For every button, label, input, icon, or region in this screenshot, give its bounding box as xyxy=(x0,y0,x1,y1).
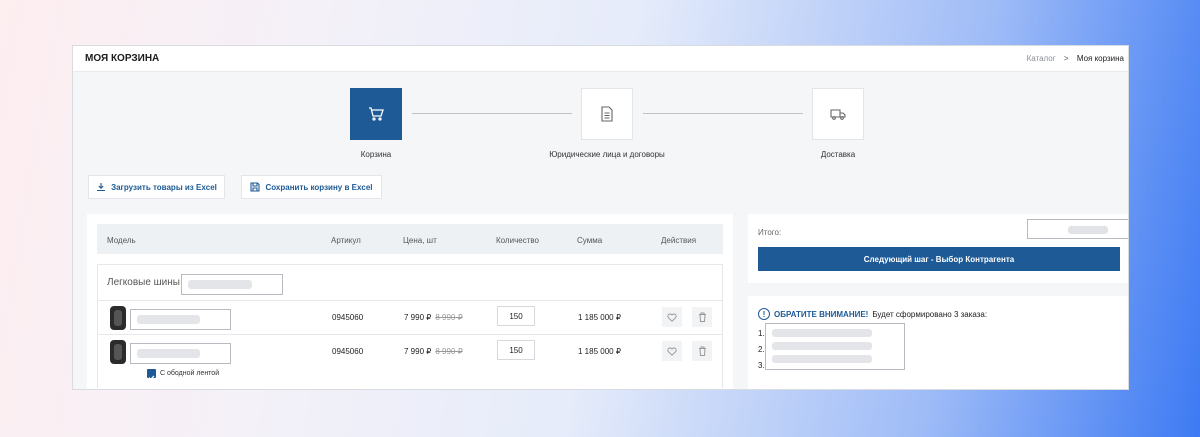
column-model: Модель xyxy=(107,236,136,245)
article-cell: 0945060 xyxy=(332,313,364,322)
next-step-button[interactable]: Следующий шаг - Выбор Контрагента xyxy=(758,247,1120,271)
save-icon xyxy=(250,182,261,192)
breadcrumb: Каталог > Моя корзина xyxy=(1027,54,1124,63)
redacted-orders-box xyxy=(765,323,905,370)
breadcrumb-separator: > xyxy=(1063,54,1069,63)
rim-tape-checkbox[interactable] xyxy=(147,369,156,381)
truck-icon xyxy=(830,109,846,120)
save-excel-label: Сохранить корзину в Excel xyxy=(265,182,373,192)
upload-excel-button[interactable]: Загрузить товары из Excel xyxy=(88,175,225,199)
download-icon xyxy=(97,183,106,192)
product-group: Легковые шины 0945060 7 990 ₽8 990 ₽ 150… xyxy=(97,264,723,388)
redacted-total-value xyxy=(1027,219,1128,239)
total-label: Итого: xyxy=(758,228,782,237)
quantity-input[interactable]: 150 xyxy=(497,340,535,360)
summary-card: Итого: Следующий шаг - Выбор Контрагента xyxy=(748,214,1128,283)
article-cell: 0945060 xyxy=(332,347,364,356)
info-icon: ! xyxy=(758,308,770,320)
top-bar: МОЯ КОРЗИНА Каталог > Моя корзина xyxy=(73,46,1128,72)
column-article: Артикул xyxy=(331,236,361,245)
column-quantity: Количество xyxy=(496,236,539,245)
step-label-delivery: Доставка xyxy=(820,150,856,159)
table-header: Модель Артикул Цена, шт Количество Сумма… xyxy=(97,224,723,254)
cart-icon xyxy=(369,107,384,121)
trash-icon xyxy=(698,312,706,322)
redacted-model-name[interactable] xyxy=(130,343,231,364)
step-delivery[interactable] xyxy=(812,88,864,140)
column-actions: Действия xyxy=(661,236,697,245)
column-price: Цена, шт xyxy=(403,236,437,245)
heart-icon xyxy=(667,346,677,356)
price-cell: 7 990 ₽8 990 ₽ xyxy=(404,313,463,322)
quantity-input[interactable]: 150 xyxy=(497,306,535,326)
step-legal-entities[interactable] xyxy=(581,88,633,140)
page-title: МОЯ КОРЗИНА xyxy=(85,53,160,64)
cart-table-card: Модель Артикул Цена, шт Количество Сумма… xyxy=(87,214,733,389)
favorite-button[interactable] xyxy=(662,307,682,327)
order-number-2: 2. xyxy=(758,345,765,354)
step-connector xyxy=(643,113,803,114)
cart-window: МОЯ КОРЗИНА Каталог > Моя корзина Корзин… xyxy=(72,45,1129,390)
delete-button[interactable] xyxy=(692,341,712,361)
column-sum: Сумма xyxy=(577,236,603,245)
upload-excel-label: Загрузить товары из Excel xyxy=(111,182,217,192)
checkmark-icon xyxy=(148,375,155,381)
sum-cell: 1 185 000 ₽ xyxy=(578,313,621,322)
tire-image xyxy=(110,340,144,364)
step-connector xyxy=(412,113,572,114)
redacted-model-name[interactable] xyxy=(130,309,231,330)
orders-list: 1. 2. 3. xyxy=(758,326,765,374)
save-excel-button[interactable]: Сохранить корзину в Excel xyxy=(241,175,382,199)
price-old: 8 990 ₽ xyxy=(435,313,463,322)
price-current: 7 990 ₽ xyxy=(404,313,432,322)
sum-cell: 1 185 000 ₽ xyxy=(578,347,621,356)
breadcrumb-catalog-link[interactable]: Каталог xyxy=(1027,54,1056,63)
delete-button[interactable] xyxy=(692,307,712,327)
group-title: Легковые шины xyxy=(107,277,180,288)
notice-text: Будет сформировано 3 заказа: xyxy=(872,309,988,319)
trash-icon xyxy=(698,346,706,356)
price-old: 8 990 ₽ xyxy=(435,347,463,356)
order-number-1: 1. xyxy=(758,329,765,338)
order-number-3: 3. xyxy=(758,361,765,370)
document-icon xyxy=(601,106,613,122)
notice-header: ! ОБРАТИТЕ ВНИМАНИЕ! Будет сформировано … xyxy=(758,308,987,320)
breadcrumb-current: Моя корзина xyxy=(1076,54,1124,63)
notice-title: ОБРАТИТЕ ВНИМАНИЕ! xyxy=(774,309,869,319)
step-label-legal-entities: Юридические лица и договоры xyxy=(549,150,665,159)
table-row: 0945060 7 990 ₽8 990 ₽ 150 1 185 000 ₽ xyxy=(98,300,722,334)
table-row: 0945060 7 990 ₽8 990 ₽ 150 1 185 000 ₽ xyxy=(98,334,722,389)
redacted-group-field xyxy=(181,274,283,295)
step-cart[interactable] xyxy=(350,88,402,140)
heart-icon xyxy=(667,312,677,322)
price-current: 7 990 ₽ xyxy=(404,347,432,356)
favorite-button[interactable] xyxy=(662,341,682,361)
rim-tape-label: С ободной лентой xyxy=(160,370,220,377)
tire-image xyxy=(110,306,126,330)
step-label-cart: Корзина xyxy=(360,150,392,159)
price-cell: 7 990 ₽8 990 ₽ xyxy=(404,347,463,356)
notice-card: ! ОБРАТИТЕ ВНИМАНИЕ! Будет сформировано … xyxy=(748,296,1128,389)
